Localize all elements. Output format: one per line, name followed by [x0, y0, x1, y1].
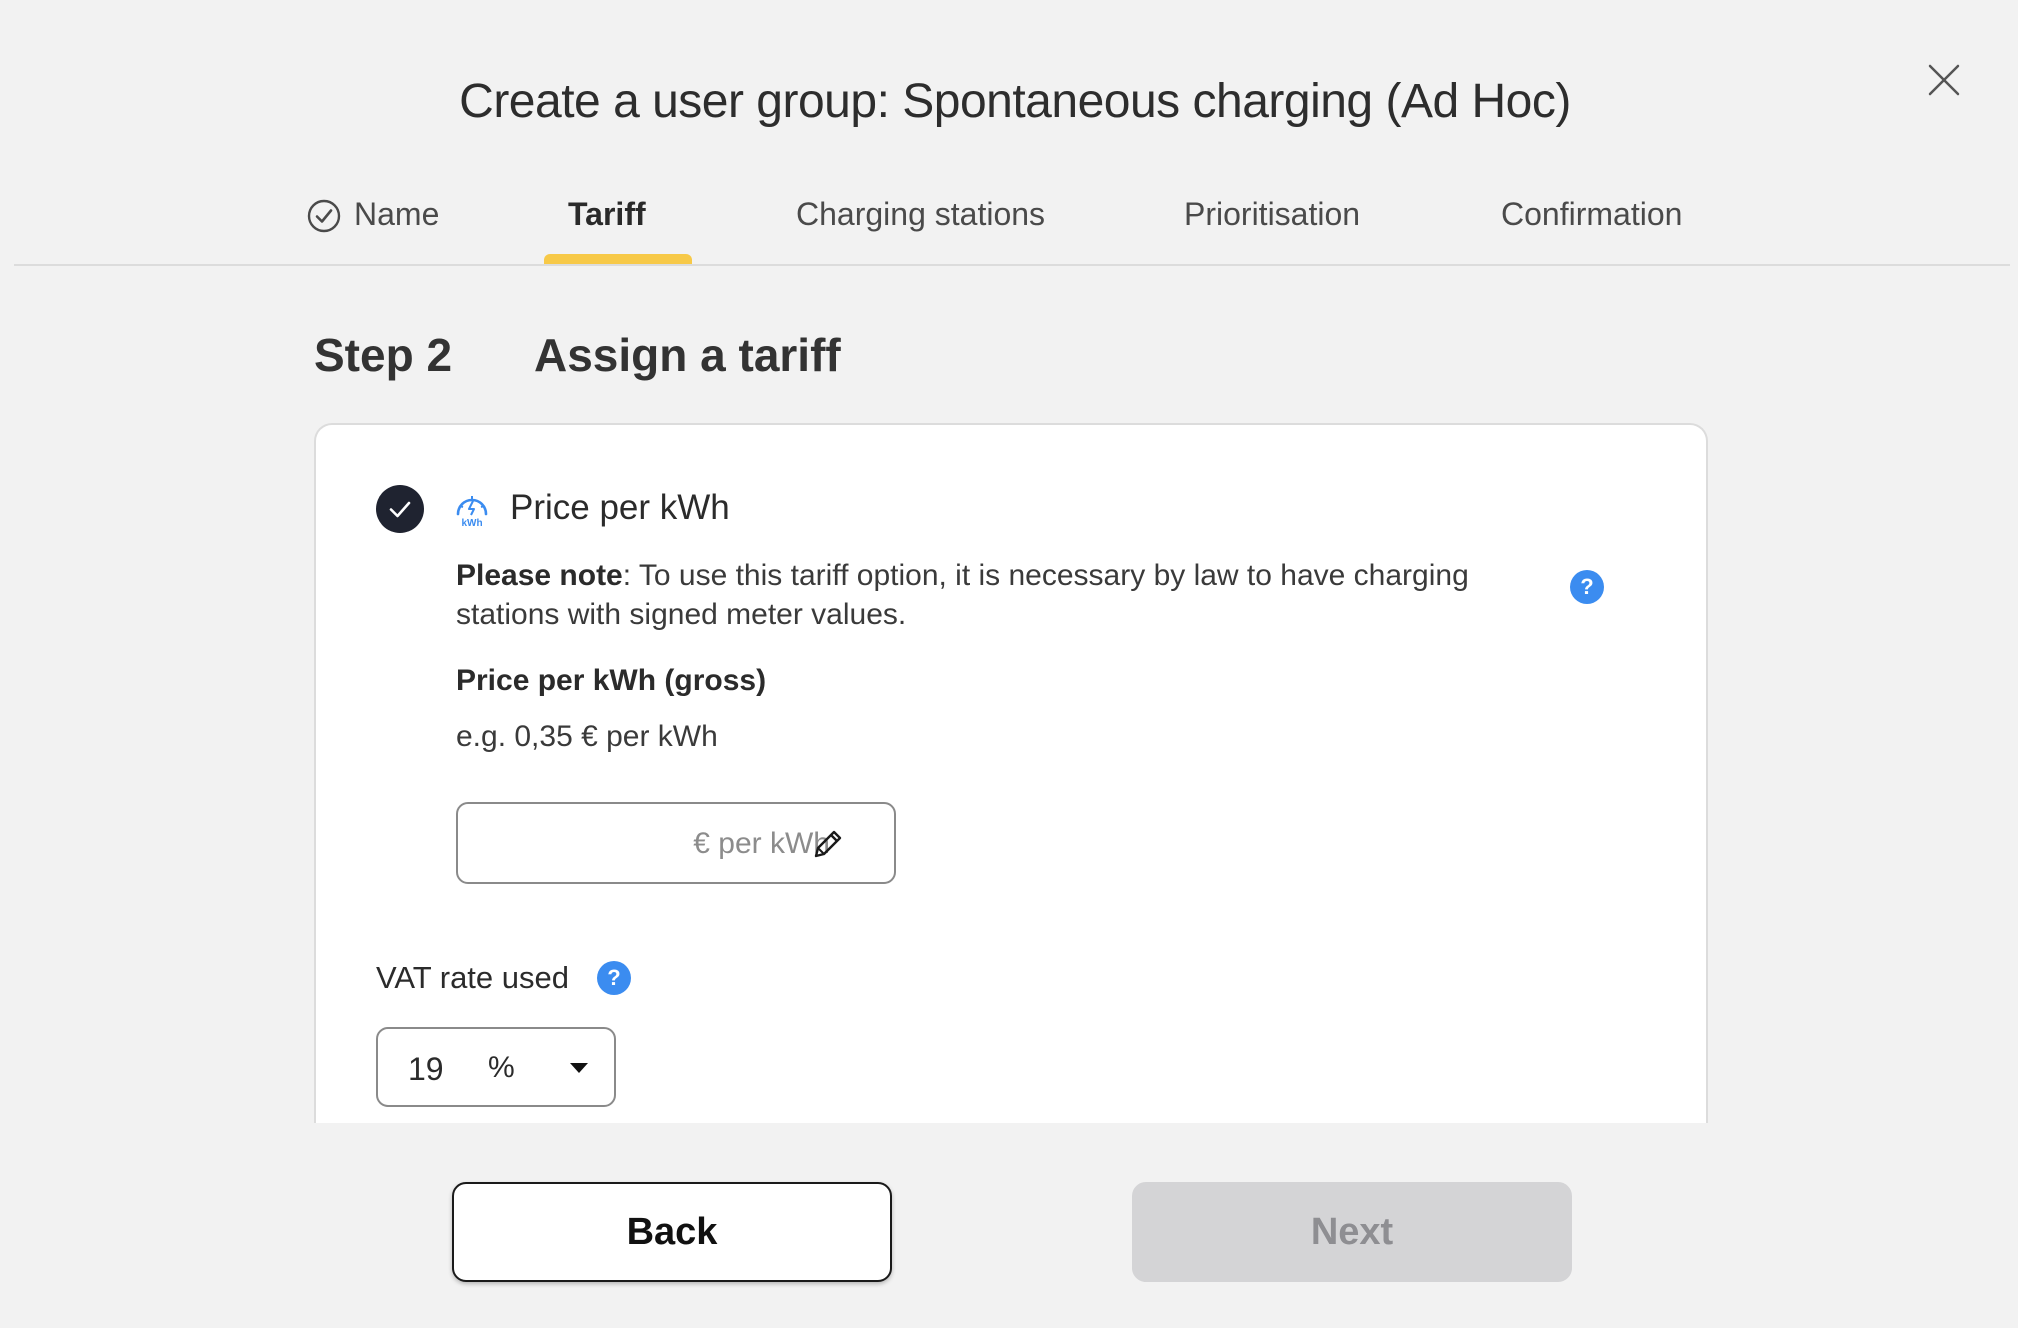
tab-name[interactable]: Name: [354, 196, 439, 233]
vat-rate-unit: %: [488, 1051, 515, 1084]
vat-rate-value: 19: [408, 1051, 444, 1087]
active-tab-indicator: [544, 254, 692, 264]
price-per-kwh-field[interactable]: [456, 802, 896, 884]
dialog-title: Create a user group: Spontaneous chargin…: [459, 75, 1571, 128]
tab-charging-stations[interactable]: Charging stations: [796, 196, 1045, 233]
tab-confirmation[interactable]: Confirmation: [1501, 196, 1682, 233]
tab-tariff[interactable]: Tariff: [568, 196, 646, 233]
vat-help-icon[interactable]: ?: [597, 961, 631, 995]
close-icon[interactable]: [1924, 60, 1964, 100]
help-icon[interactable]: ?: [1570, 570, 1604, 604]
tabs-divider: [14, 264, 2010, 266]
kwh-meter-icon: kWh: [456, 496, 488, 528]
svg-text:kWh: kWh: [461, 518, 482, 528]
caret-down-icon: [570, 1063, 588, 1073]
vat-rate-label: VAT rate used: [376, 960, 569, 995]
check-circle-outline-icon: [307, 199, 341, 233]
back-button[interactable]: Back: [452, 1182, 892, 1282]
step-number: Step 2: [314, 329, 453, 381]
tariff-option-label: Price per kWh: [510, 488, 730, 527]
price-field-example: e.g. 0,35 € per kWh: [456, 720, 718, 753]
note-bold: Please note: [456, 559, 623, 592]
tab-prioritisation[interactable]: Prioritisation: [1184, 196, 1360, 233]
checkmark-icon: [389, 501, 411, 518]
pencil-icon[interactable]: [810, 826, 846, 862]
create-user-group-dialog: Create a user group: Spontaneous chargin…: [0, 0, 2018, 1328]
legal-note: Please note: To use this tariff option, …: [456, 556, 1556, 634]
price-field-label: Price per kWh (gross): [456, 664, 767, 697]
price-per-kwh-input[interactable]: [468, 804, 832, 884]
tariff-option-card: [314, 423, 1708, 1123]
step-title: Assign a tariff: [534, 329, 841, 381]
tariff-option-checkbox[interactable]: [376, 485, 424, 533]
next-button[interactable]: Next: [1132, 1182, 1572, 1282]
vat-rate-select[interactable]: 19 %: [376, 1027, 616, 1107]
